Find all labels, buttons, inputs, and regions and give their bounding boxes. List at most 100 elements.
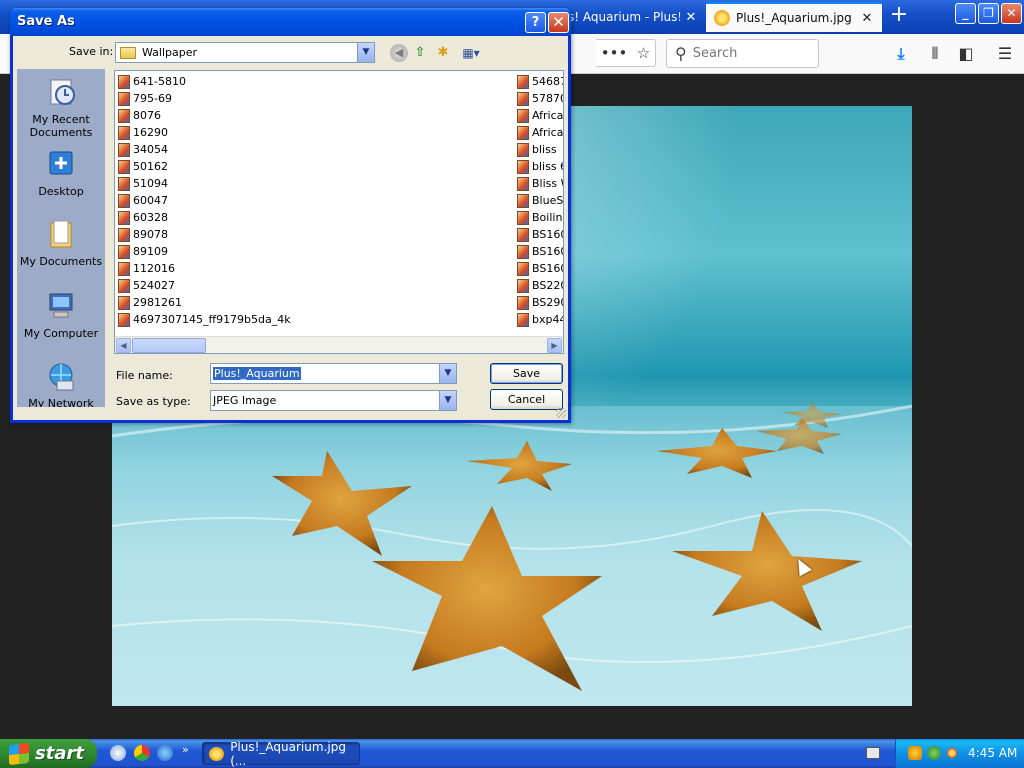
help-button[interactable]: ? xyxy=(525,12,546,33)
file-item[interactable]: 60328 xyxy=(118,209,291,226)
place-desktop[interactable]: Desktop xyxy=(17,149,105,198)
chevron-down-icon[interactable]: ▼ xyxy=(357,43,374,62)
save-as-type-dropdown[interactable]: JPEG Image ▼ xyxy=(210,390,457,411)
hamburger-menu-icon[interactable]: ☰ xyxy=(994,44,1016,64)
file-item[interactable]: 641-5810 xyxy=(118,73,291,90)
file-item[interactable]: BS160 xyxy=(517,243,563,260)
download-icon[interactable]: ⤓ xyxy=(890,44,912,64)
image-file-icon xyxy=(517,295,529,310)
new-tab-icon[interactable]: + xyxy=(888,4,910,28)
place-my-documents[interactable]: My Documents xyxy=(17,219,105,268)
internet-explorer-icon[interactable] xyxy=(157,745,173,761)
save-as-type-label: Save as type: xyxy=(116,395,191,408)
scroll-thumb[interactable] xyxy=(132,338,206,353)
close-icon[interactable]: ✕ xyxy=(684,10,698,25)
file-item[interactable]: 34054 xyxy=(118,141,291,158)
file-name: 34054 xyxy=(133,143,168,156)
views-menu-icon[interactable]: ▦▾ xyxy=(459,44,483,62)
search-box[interactable]: ⚲ Search xyxy=(666,39,819,68)
file-item[interactable]: Bliss W xyxy=(517,175,563,192)
search-tray-icon[interactable] xyxy=(945,746,959,760)
image-file-icon xyxy=(517,108,529,123)
file-item[interactable]: 50162 xyxy=(118,158,291,175)
file-item[interactable]: BS290 xyxy=(517,294,563,311)
file-name: bxp44 xyxy=(532,313,564,326)
file-item[interactable]: 112016 xyxy=(118,260,291,277)
file-name: 51094 xyxy=(133,177,168,190)
minimize-icon[interactable]: _ xyxy=(955,3,976,24)
maximize-icon[interactable]: ❐ xyxy=(978,3,999,24)
file-item[interactable]: BS160 xyxy=(517,226,564,243)
network-icon[interactable] xyxy=(927,746,941,760)
taskbar-window-button[interactable]: Plus!_Aquarium.jpg (... xyxy=(202,740,360,768)
file-name: 8076 xyxy=(133,109,161,122)
file-item[interactable]: 89109 xyxy=(118,243,291,260)
dialog-title: Save As xyxy=(10,8,571,36)
sidebar-icon[interactable]: ◧ xyxy=(955,44,977,64)
place-my-network[interactable]: My Network xyxy=(17,361,105,407)
save-in-dropdown[interactable]: Wallpaper ▼ xyxy=(115,42,375,63)
file-item[interactable]: bliss 6 xyxy=(517,158,563,175)
file-item[interactable]: 2981261 xyxy=(118,294,291,311)
file-item[interactable]: BS220 xyxy=(517,277,563,294)
taskbar: start » Plus!_Aquarium.jpg (... 4:45 AM xyxy=(0,739,1024,768)
back-icon[interactable]: ◀ xyxy=(390,44,408,62)
file-item[interactable]: 16290 xyxy=(118,124,291,141)
show-desktop-icon[interactable] xyxy=(110,745,126,761)
file-column: 54687 57870 Africa Africa bliss bliss 6 Bliss … xyxy=(517,73,564,328)
file-item[interactable]: Africa xyxy=(517,107,563,124)
horizontal-scrollbar[interactable]: ◀ ▶ xyxy=(115,336,563,353)
file-name: BS160 xyxy=(532,228,564,241)
file-item[interactable]: BS160 xyxy=(517,260,563,277)
bookmark-star-icon[interactable]: ☆ xyxy=(637,44,650,62)
recent-documents-icon xyxy=(50,79,75,105)
quicklaunch-more-icon[interactable]: » xyxy=(182,743,189,756)
image-file-icon xyxy=(118,193,130,208)
file-item[interactable]: 57870 xyxy=(517,90,563,107)
window-close-icon[interactable]: ✕ xyxy=(1001,3,1022,24)
file-item[interactable]: 51094 xyxy=(118,175,291,192)
file-item[interactable]: 54687 xyxy=(517,73,563,90)
place-my-recent-documents[interactable]: My Recent Documents xyxy=(17,77,105,139)
file-item[interactable]: 8076 xyxy=(118,107,291,124)
tab-title: Plus!_Aquarium.jpg (JPE xyxy=(736,11,856,25)
file-item[interactable]: 795-69 xyxy=(118,90,291,107)
my-computer-icon xyxy=(49,293,73,318)
scroll-right-icon[interactable]: ▶ xyxy=(547,338,562,353)
new-folder-icon[interactable]: ✱ xyxy=(434,44,452,62)
file-item[interactable]: 60047 xyxy=(118,192,291,209)
chevron-down-icon[interactable]: ▼ xyxy=(439,364,456,383)
file-item[interactable]: 89078 xyxy=(118,226,291,243)
file-name-input[interactable]: Plus!_Aquarium ▼ xyxy=(210,363,457,384)
place-label: My Recent Documents xyxy=(29,113,93,139)
save-button[interactable]: Save xyxy=(490,363,563,384)
library-icon[interactable]: ⫴ xyxy=(924,44,946,64)
dialog-close-button[interactable]: ✕ xyxy=(548,12,569,33)
tab-aquarium-page[interactable]: s! Aquarium - Plus! A ✕ xyxy=(560,2,706,32)
keyboard-icon[interactable] xyxy=(866,747,880,759)
my-network-icon xyxy=(49,363,74,391)
scroll-left-icon[interactable]: ◀ xyxy=(116,338,131,353)
cancel-button[interactable]: Cancel xyxy=(490,389,563,410)
file-item[interactable]: bliss xyxy=(517,141,563,158)
place-my-computer[interactable]: My Computer xyxy=(17,291,105,340)
file-item[interactable]: bxp44 xyxy=(517,311,564,328)
start-button[interactable]: start xyxy=(0,739,97,768)
page-actions-menu-icon[interactable]: ••• xyxy=(601,44,628,62)
security-shield-icon[interactable] xyxy=(908,746,922,760)
chrome-icon[interactable] xyxy=(134,745,150,761)
place-label: My Network xyxy=(28,397,94,407)
close-icon[interactable]: ✕ xyxy=(860,11,874,26)
file-item[interactable]: Boiling xyxy=(517,209,563,226)
file-list[interactable]: 641-5810 795-69 8076 16290 34054 50162 51094 60… xyxy=(114,70,564,354)
file-item[interactable]: 4697307145_ff9179b5da_4k xyxy=(118,311,291,328)
file-item[interactable]: Africa xyxy=(517,124,563,141)
file-name: bliss xyxy=(532,143,557,156)
file-item[interactable]: 524027 xyxy=(118,277,291,294)
tab-aquarium-image[interactable]: Plus!_Aquarium.jpg (JPE ✕ xyxy=(706,2,882,32)
chevron-down-icon[interactable]: ▼ xyxy=(439,391,456,410)
file-item[interactable]: BlueSv xyxy=(517,192,563,209)
image-file-icon xyxy=(118,227,130,242)
up-folder-icon[interactable]: ⇧ xyxy=(411,44,429,62)
resize-grip-icon[interactable] xyxy=(556,408,566,418)
